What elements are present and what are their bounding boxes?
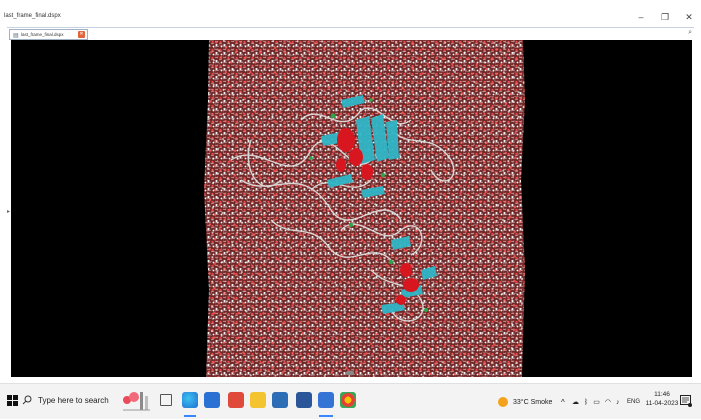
search-icon: [22, 395, 32, 405]
word-icon[interactable]: [296, 392, 312, 408]
news-widget-icon[interactable]: [120, 386, 152, 416]
windows-taskbar: Type here to search 33°C Smoke ^ ☁ ᛒ ▭ ◠…: [0, 383, 701, 419]
teams-icon[interactable]: [272, 392, 288, 408]
taskbar-search[interactable]: Type here to search: [22, 387, 114, 413]
window-title: last_frame_final.dspx: [4, 13, 61, 19]
document-tab[interactable]: ▤ last_frame_final.dspx ✕: [9, 29, 88, 40]
weather-text: 33°C Smoke: [513, 398, 553, 406]
task-view-icon[interactable]: [160, 394, 172, 406]
onedrive-icon[interactable]: ☁: [572, 398, 579, 406]
wifi-icon[interactable]: ◠: [605, 398, 611, 406]
chrome-icon[interactable]: [340, 392, 356, 408]
document-icon: ▤: [13, 33, 19, 39]
clock-time: 11:46: [654, 391, 670, 398]
search-placeholder: Type here to search: [38, 395, 109, 405]
language-indicator[interactable]: ENG: [627, 384, 640, 420]
close-icon[interactable]: ✕: [684, 12, 694, 22]
minimize-icon[interactable]: –: [636, 12, 646, 22]
outlook-icon[interactable]: [204, 392, 220, 408]
weather-widget[interactable]: 33°C Smoke: [498, 384, 552, 420]
tab-close-icon[interactable]: ✕: [78, 31, 85, 38]
title-bar[interactable]: last_frame_final.dspx – ❐ ✕: [0, 0, 701, 26]
wps-office-icon[interactable]: [228, 392, 244, 408]
volume-icon[interactable]: ♪: [616, 399, 620, 406]
clock[interactable]: 11:46 11-04-2023: [641, 390, 683, 408]
battery-icon[interactable]: ▭: [593, 398, 600, 406]
molecule-render: [204, 40, 525, 377]
molecular-viewport[interactable]: [11, 40, 692, 377]
scroll-handle[interactable]: [346, 371, 354, 375]
document-tab-bar: ▤ last_frame_final.dspx ✕ ⌕: [7, 27, 694, 40]
viewer-window: last_frame_final.dspx – ❐ ✕ ▤ last_frame…: [0, 0, 701, 383]
collapse-arrow-icon[interactable]: ▸: [7, 208, 10, 215]
weather-icon: [498, 397, 508, 407]
system-tray[interactable]: ☁ ᛒ ▭ ◠ ♪: [572, 384, 619, 420]
maximize-icon[interactable]: ❐: [660, 12, 670, 22]
edge-browser-icon[interactable]: [182, 392, 198, 408]
clock-date: 11-04-2023: [645, 400, 679, 407]
system-tray-chevron-icon[interactable]: ^: [561, 384, 565, 420]
pin-icon[interactable]: ⌕: [688, 29, 692, 37]
notification-icon[interactable]: [680, 395, 692, 407]
discovery-studio-icon[interactable]: [318, 392, 334, 408]
file-explorer-icon[interactable]: [250, 392, 266, 408]
windows-start-icon[interactable]: [7, 395, 18, 406]
bluetooth-icon[interactable]: ᛒ: [584, 399, 588, 406]
tab-label: last_frame_final.dspx: [21, 32, 64, 37]
